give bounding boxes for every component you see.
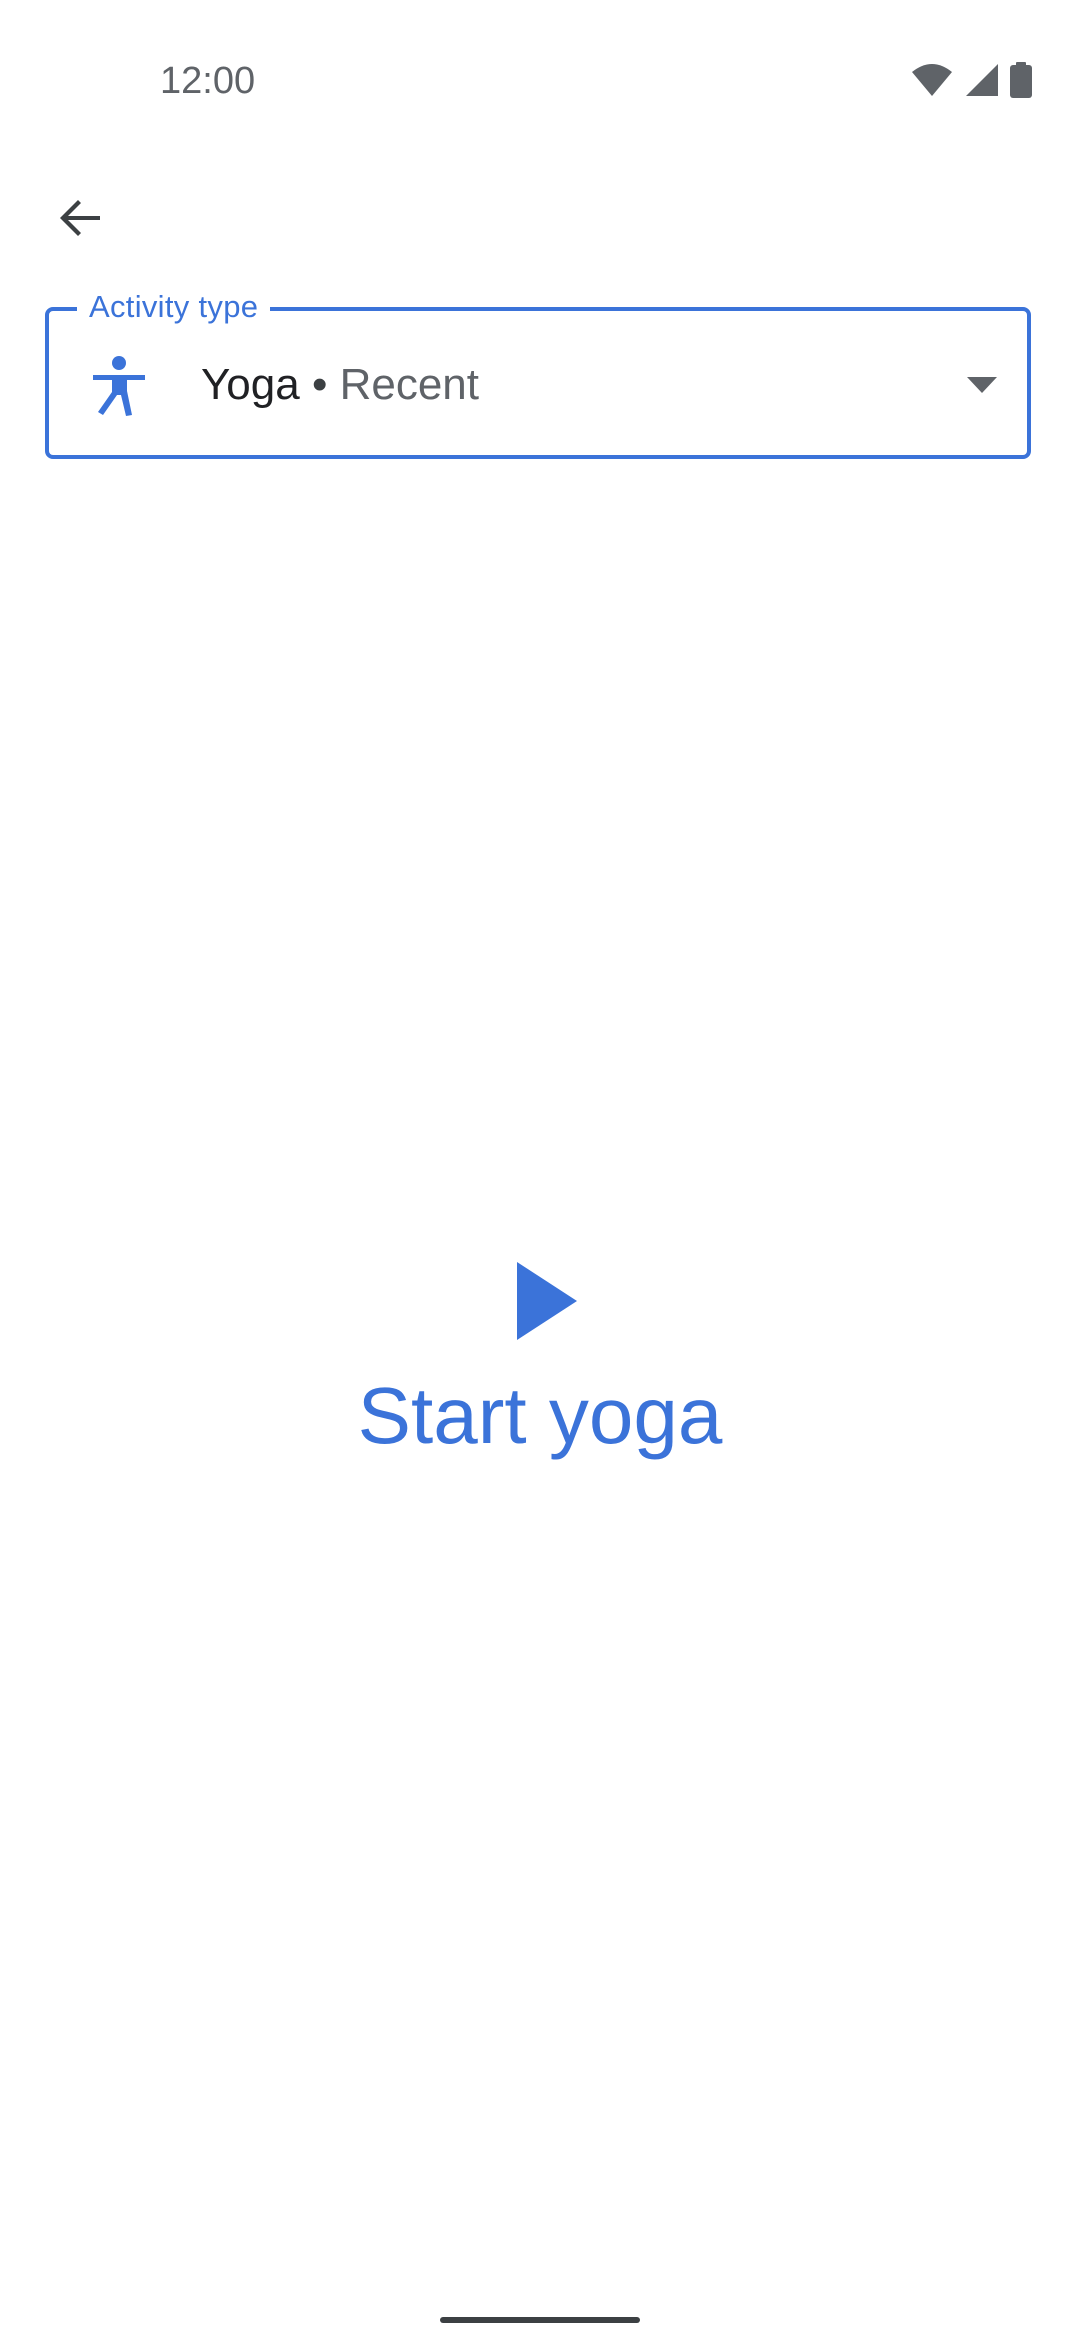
- activity-tag: Recent: [339, 360, 480, 409]
- battery-icon: [1010, 62, 1032, 98]
- navigation-gesture-bar[interactable]: [440, 2317, 640, 2323]
- status-time: 12:00: [160, 60, 256, 102]
- arrow-back-icon: [56, 194, 104, 247]
- activity-type-dropdown[interactable]: Activity type Yoga • Recent: [45, 285, 1031, 459]
- back-button[interactable]: [40, 180, 120, 260]
- wifi-icon: [910, 62, 954, 98]
- cellular-signal-icon: [964, 62, 1000, 98]
- status-bar: 12:00: [0, 0, 1080, 170]
- app-bar: [0, 170, 1080, 290]
- dropdown-arrow-icon: [967, 377, 997, 393]
- start-yoga-button[interactable]: Start yoga: [0, 1240, 1080, 1490]
- play-icon: [515, 1262, 579, 1340]
- yoga-figure-icon: [89, 355, 151, 419]
- activity-name: Yoga: [201, 360, 300, 409]
- activity-value: Yoga • Recent: [201, 357, 479, 413]
- activity-type-label: Activity type: [77, 285, 271, 329]
- activity-separator: •: [299, 360, 340, 409]
- start-yoga-label: Start yoga: [357, 1371, 723, 1460]
- status-icons: [910, 62, 1032, 98]
